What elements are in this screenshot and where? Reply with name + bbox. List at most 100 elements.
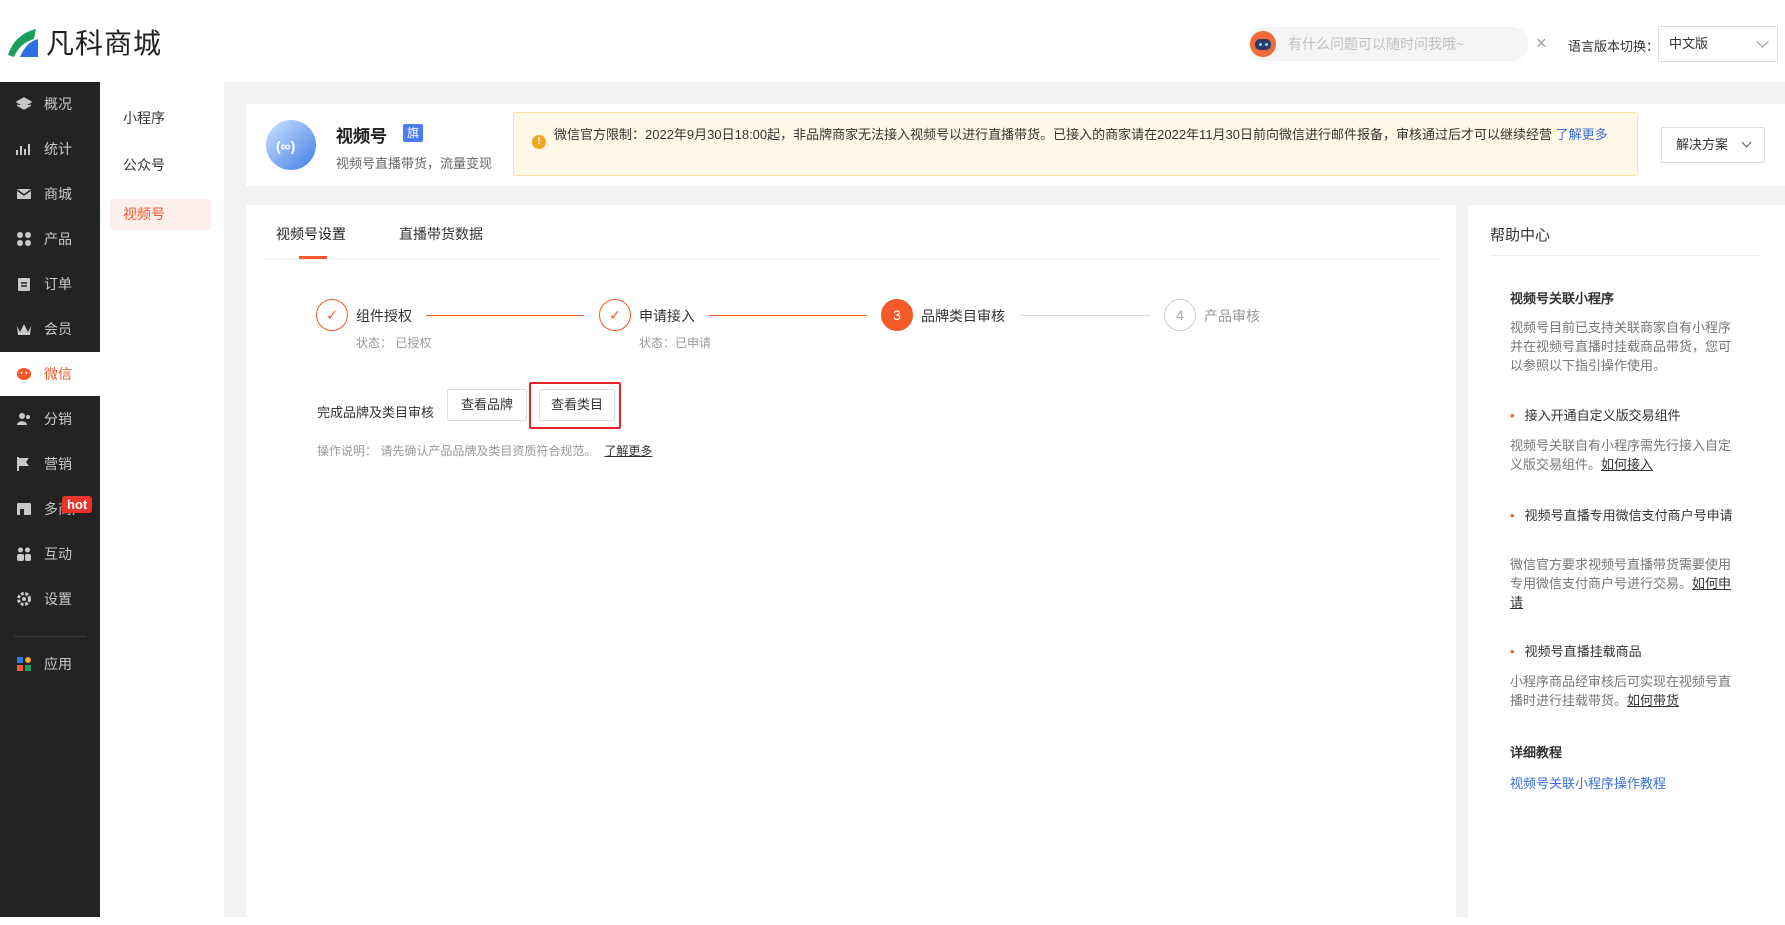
help-center: 帮助中心 视频号关联小程序 视频号目前已支持关联商家自有小程序并在视频号直播时挂… [1468, 205, 1785, 917]
language-value: 中文版 [1669, 36, 1709, 51]
tab-video-channel-settings[interactable]: 视频号设置 [276, 224, 346, 244]
help-bullet-2: • 视频号直播专用微信支付商户号申请 [1510, 508, 1733, 523]
step-connector [426, 315, 584, 316]
help-bullet-title: 接入开通自定义版交易组件 [1524, 408, 1681, 423]
help-center-title: 帮助中心 [1490, 227, 1551, 244]
sidebar-item-label: 营销 [44, 456, 72, 472]
page-subtitle: 视频号直播带货，流量变现 [336, 156, 493, 171]
step-4-number: 4 [1164, 299, 1196, 331]
how-to-sell-link[interactable]: 如何带货 [1627, 693, 1679, 708]
tab-bar: 视频号设置 直播带货数据 [262, 205, 1440, 260]
assistant-placeholder: 有什么问题可以随时问我哦~ [1288, 36, 1465, 52]
help-bullet-1: • 接入开通自定义版交易组件 [1510, 408, 1681, 423]
help-bullet-1-text: 视频号关联自有小程序需先行接入自定义版交易组件。如何接入 [1510, 436, 1735, 474]
bottom-strip [0, 917, 1785, 925]
sidebar-item-label: 概况 [44, 96, 72, 112]
step-3-title: 品牌类目审核 [921, 308, 1005, 324]
page-title: 视频号 [336, 127, 387, 146]
sub-item-official-account[interactable]: 公众号 [110, 150, 211, 181]
solution-button-label: 解决方案 [1676, 137, 1729, 152]
flagship-badge: 旗 [403, 124, 423, 142]
sidebar-item-distribution[interactable]: 分销 [0, 397, 100, 441]
sidebar-item-label: 产品 [44, 231, 72, 247]
language-select[interactable]: 中文版 [1658, 26, 1778, 62]
step-3-number: 3 [881, 299, 913, 331]
robot-assistant-icon [1250, 31, 1276, 57]
wechat-icon [17, 368, 31, 380]
sidebar-item-orders[interactable]: 订单 [0, 262, 100, 306]
sidebar-item-label: 应用 [44, 656, 72, 672]
operation-learn-more-link[interactable]: 了解更多 [604, 444, 652, 458]
notice-learn-more-link[interactable]: 了解更多 [1556, 127, 1608, 142]
sidebar-item-apps[interactable]: 应用 [0, 642, 100, 686]
sidebar-item-marketing[interactable]: 营销 [0, 442, 100, 486]
sidebar-item-label: 会员 [44, 321, 72, 337]
sidebar-item-statistics[interactable]: 统计 [0, 127, 100, 171]
operation-note-text: 操作说明： 请先确认产品品牌及类目资质符合规范。 [317, 444, 597, 458]
help-bullet-2-text: 微信官方要求视频号直播带货需要使用专用微信支付商户号进行交易。如何申请 [1510, 555, 1735, 612]
tutorial-title: 详细教程 [1510, 745, 1563, 760]
step-connector [709, 315, 867, 316]
mail-icon [16, 189, 32, 199]
step-1-state: 状态： 已授权 [356, 336, 432, 350]
sidebar-item-mall[interactable]: 商城 [0, 172, 100, 216]
solution-button[interactable]: 解决方案 [1661, 127, 1765, 163]
sub-item-video-channel[interactable]: 视频号 [110, 199, 211, 230]
logo[interactable]: 凡科商城 [6, 22, 162, 62]
sidebar-item-label: 商城 [44, 186, 72, 202]
tab-live-sales-data[interactable]: 直播带货数据 [399, 224, 483, 244]
review-label: 完成品牌及类目审核 [317, 405, 435, 420]
sidebar-item-label: 微信 [44, 366, 72, 382]
help-text: 小程序商品经审核后可实现在视频号直播时进行挂载带货。 [1510, 674, 1732, 708]
help-section-title: 视频号关联小程序 [1510, 291, 1615, 306]
sidebar-item-label: 互动 [44, 546, 72, 562]
view-brand-button[interactable]: 查看品牌 [447, 389, 527, 421]
grid-icon [17, 232, 31, 246]
step-1-check-icon: ✓ [316, 299, 348, 331]
flag-icon [17, 457, 29, 471]
logo-text: 凡科商城 [46, 27, 163, 60]
channel-header: (∞) 视频号 旗 视频号直播带货，流量变现 ! 微信官方限制：2022年9月3… [246, 104, 1785, 186]
sidebar-item-products[interactable]: 产品 [0, 217, 100, 261]
step-2-title: 申请接入 [639, 308, 695, 324]
layers-icon [16, 97, 32, 110]
help-bullet-title: 视频号直播挂载商品 [1524, 644, 1642, 659]
sidebar-item-wechat[interactable]: 微信 [0, 352, 100, 396]
users-icon [17, 413, 30, 425]
chevron-down-icon [1741, 137, 1752, 148]
sidebar-item-label: 统计 [44, 141, 72, 157]
progress-steps: ✓ 组件授权 状态： 已授权 ✓ 申请接入 状态：已申请 3 品牌类目审核 4 … [316, 299, 1316, 359]
crown-icon [17, 324, 31, 335]
sidebar-divider [14, 636, 86, 637]
sidebar-item-settings[interactable]: 设置 [0, 577, 100, 621]
how-to-connect-link[interactable]: 如何接入 [1601, 457, 1653, 472]
sidebar-item-label: 分销 [44, 411, 72, 427]
active-tab-indicator [299, 256, 327, 259]
store-icon [17, 503, 31, 515]
help-bullet-3-text: 小程序商品经审核后可实现在视频号直播时进行挂载带货。如何带货 [1510, 672, 1735, 710]
gear-icon [17, 592, 31, 606]
sidebar-item-label: 订单 [44, 276, 72, 292]
sub-item-mini-program[interactable]: 小程序 [110, 103, 211, 134]
step-2-check-icon: ✓ [599, 299, 631, 331]
operation-note: 操作说明： 请先确认产品品牌及类目资质符合规范。 了解更多 [317, 442, 652, 459]
settings-panel: 视频号设置 直播带货数据 ✓ 组件授权 状态： 已授权 ✓ 申请接入 状态：已申… [246, 205, 1456, 917]
notice-banner: ! 微信官方限制：2022年9月30日18:00起，非品牌商家无法接入视频号以进… [513, 112, 1638, 176]
hot-badge: hot [62, 496, 93, 513]
assistant-search[interactable]: 有什么问题可以随时问我哦~ [1248, 27, 1528, 61]
close-icon[interactable]: × [1536, 33, 1547, 54]
notice-text: 微信官方限制：2022年9月30日18:00起，非品牌商家无法接入视频号以进行直… [554, 125, 1614, 145]
tutorial-link[interactable]: 视频号关联小程序操作教程 [1510, 773, 1666, 792]
sidebar-item-interaction[interactable]: 互动 [0, 532, 100, 576]
help-bullet-title: 视频号直播专用微信支付商户号申请 [1524, 508, 1733, 523]
step-1-title: 组件授权 [356, 308, 412, 324]
chevron-down-icon [1756, 35, 1769, 48]
apps-icon [17, 657, 31, 671]
notice-message: 微信官方限制：2022年9月30日18:00起，非品牌商家无法接入视频号以进行直… [554, 127, 1553, 142]
top-bar: 凡科商城 有什么问题可以随时问我哦~ × 语言版本切换： 中文版 [0, 0, 1785, 80]
logo-mark-icon [8, 29, 38, 57]
sidebar-item-members[interactable]: 会员 [0, 307, 100, 351]
language-label: 语言版本切换： [1568, 39, 1660, 54]
help-section-text: 视频号目前已支持关联商家自有小程序并在视频号直播时挂载商品带货，您可以参照以下指… [1510, 320, 1732, 373]
sidebar-item-overview[interactable]: 概况 [0, 82, 100, 126]
